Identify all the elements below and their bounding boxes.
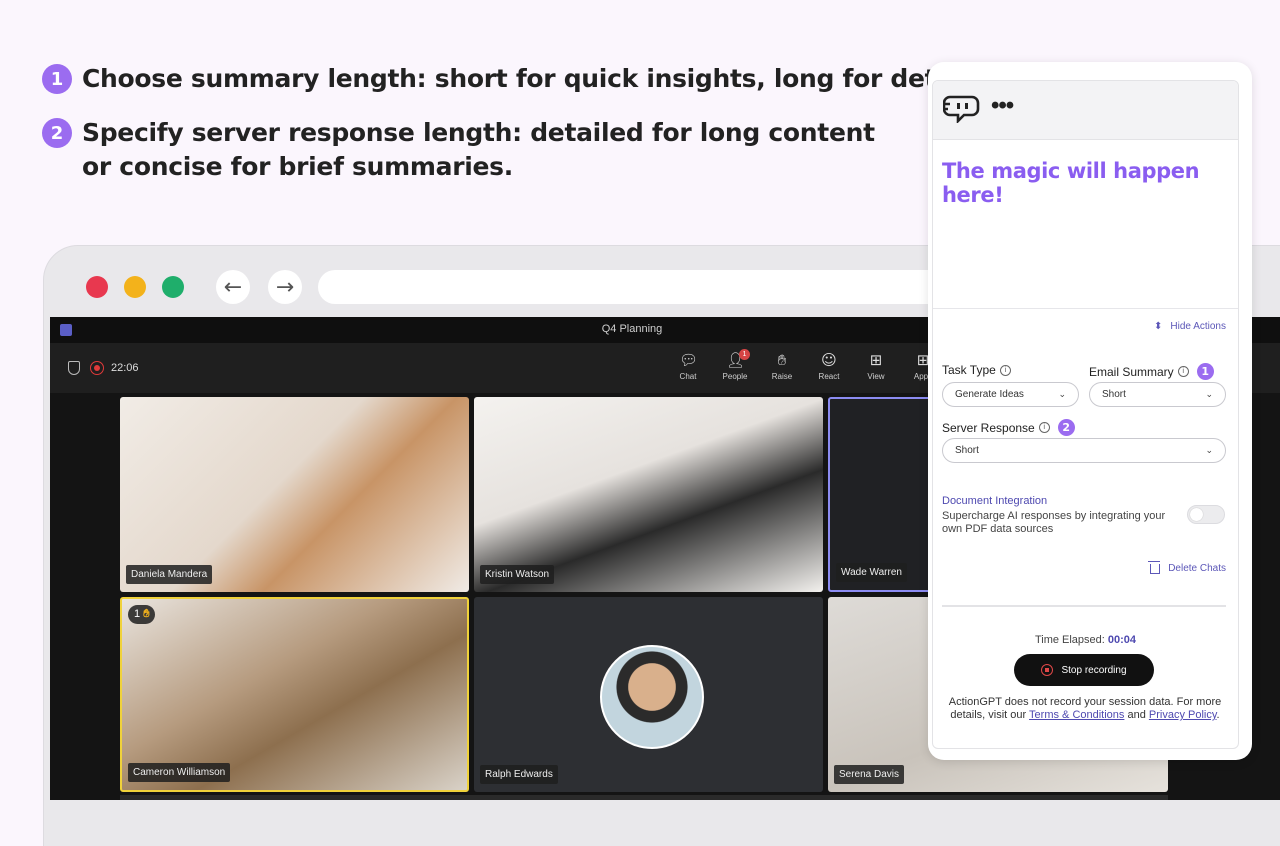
divider [933, 308, 1238, 309]
terms-link[interactable]: Terms & Conditions [1029, 709, 1124, 721]
trash-icon [1148, 560, 1161, 574]
step-marker: 2 [1057, 419, 1075, 436]
window-minimize-button[interactable] [124, 276, 146, 298]
avatar [600, 645, 704, 749]
step-marker: 1 [1196, 363, 1214, 380]
record-icon [90, 361, 104, 375]
address-bar[interactable] [318, 270, 958, 304]
toolbar-label: React [818, 372, 840, 381]
document-integration-toggle[interactable] [1187, 505, 1225, 524]
task-type-label: Task Type i [942, 363, 1011, 377]
privacy-notice: ActionGPT does not record your session d… [941, 696, 1229, 722]
participant-name: Kristin Watson [480, 565, 555, 584]
toolbar-label: Raise [771, 372, 793, 381]
field-label: Task Type [942, 363, 996, 377]
recording-status: 22:06 [68, 361, 139, 375]
forward-button[interactable]: → [268, 270, 302, 304]
delete-chats-label: Delete Chats [1168, 563, 1226, 574]
view-button[interactable]: ⊞ View [854, 351, 898, 381]
email-summary-label: Email Summary i 1 [1089, 363, 1214, 380]
instruction-line-1: Specify server response length: detailed… [82, 118, 875, 147]
stop-icon [1041, 664, 1054, 676]
panel-header: ••• [933, 81, 1238, 140]
react-button[interactable]: ☺ React [807, 351, 851, 381]
instruction-step-2: 2 Specify server response length: detail… [42, 116, 875, 184]
field-label: Email Summary [1089, 364, 1174, 379]
window-close-button[interactable] [86, 276, 108, 298]
step-number-badge: 2 [42, 118, 72, 148]
loading-dots-icon: ••• [991, 92, 1014, 119]
participant-tile-speaking[interactable]: 1 ✋︎ Cameron Williamson [120, 597, 469, 792]
shield-icon [68, 361, 80, 375]
select-value: Short [1102, 389, 1126, 400]
toolbar-label: People [722, 372, 748, 381]
toolbar-label: View [867, 372, 885, 381]
participant-name: Daniela Mandera [126, 565, 213, 584]
email-summary-select[interactable]: Short ⌄ [1089, 382, 1226, 407]
smile-icon: ☺ [821, 351, 837, 369]
arrow-right-icon: → [275, 274, 295, 300]
grid-icon: ⊞ [869, 351, 883, 369]
hand-icon: ✋︎ [777, 351, 787, 369]
document-integration-description: Supercharge AI responses by integrating … [942, 510, 1166, 535]
server-response-select[interactable]: Short ⌄ [942, 438, 1226, 463]
participant-name: Wade Warren [836, 563, 907, 582]
chevron-down-icon: ⌄ [1205, 389, 1213, 400]
actiongpt-panel: ••• The magic will happen here! ⬍ Hide A… [932, 80, 1239, 749]
chat-button[interactable]: 💬︎ Chat [666, 351, 710, 381]
participant-tile[interactable]: Kristin Watson [474, 397, 823, 592]
participant-name: Serena Davis [834, 765, 905, 784]
participant-name: Cameron Williamson [128, 763, 231, 782]
info-icon[interactable]: i [1038, 422, 1050, 433]
document-integration-title: Document Integration [942, 495, 1048, 507]
notification-badge: 1 [739, 349, 750, 360]
chevron-down-icon: ⌄ [1205, 445, 1213, 456]
select-value: Generate Ideas [955, 389, 1024, 400]
privacy-text: and [1124, 709, 1149, 721]
window-maximize-button[interactable] [162, 276, 184, 298]
time-elapsed-label: Time Elapsed: [1034, 634, 1105, 646]
instruction-text: Choose summary length: short for quick i… [82, 64, 994, 93]
magic-placeholder-text: The magic will happen here! [942, 159, 1200, 207]
info-icon[interactable]: i [1177, 366, 1189, 377]
collapse-chevron-icon: ⬍ [1154, 321, 1163, 332]
actiongpt-logo-icon [943, 95, 980, 123]
task-type-select[interactable]: Generate Ideas ⌄ [942, 382, 1079, 407]
info-icon[interactable]: i [999, 364, 1011, 376]
raise-hand-button[interactable]: ✋︎ Raise [760, 351, 804, 381]
participant-row-partial [120, 795, 1168, 800]
privacy-text: . [1216, 709, 1220, 721]
field-label: Server Response [942, 420, 1035, 435]
hide-actions-button[interactable]: ⬍ Hide Actions [1154, 321, 1226, 332]
back-button[interactable]: ← [216, 270, 250, 304]
hand-icon: ✋︎ [143, 608, 150, 620]
instruction-text: Specify server response length: detailed… [82, 116, 875, 184]
hide-actions-label: Hide Actions [1170, 321, 1226, 332]
privacy-policy-link[interactable]: Privacy Policy [1149, 709, 1217, 721]
meeting-timer: 22:06 [111, 362, 139, 374]
chevron-down-icon: ⌄ [1058, 389, 1066, 400]
toolbar-label: Chat [679, 372, 697, 381]
people-button[interactable]: 👤︎ 1 People [713, 349, 757, 381]
instruction-line-2: or concise for brief summaries. [82, 152, 513, 181]
time-elapsed: Time Elapsed: 00:04 [933, 634, 1238, 646]
participant-tile[interactable]: Ralph Edwards [474, 597, 823, 792]
stop-recording-label: Stop recording [1061, 664, 1127, 676]
participant-name: Ralph Edwards [480, 765, 558, 784]
server-response-label: Server Response i 2 [942, 419, 1075, 436]
participant-tile[interactable]: Daniela Mandera [120, 397, 469, 592]
arrow-left-icon: ← [223, 274, 243, 300]
time-elapsed-value: 00:04 [1107, 634, 1137, 646]
stop-recording-button[interactable]: Stop recording [1014, 654, 1154, 686]
select-value: Short [955, 445, 979, 456]
raised-hand-badge: 1 ✋︎ [128, 605, 156, 624]
chat-icon: 💬︎ [679, 351, 699, 369]
delete-chats-button[interactable]: Delete Chats [1148, 560, 1226, 574]
instruction-step-1: 1 Choose summary length: short for quick… [42, 62, 993, 96]
divider [942, 605, 1226, 607]
raised-hand-count: 1 [134, 608, 141, 620]
step-number-badge: 1 [42, 64, 72, 94]
